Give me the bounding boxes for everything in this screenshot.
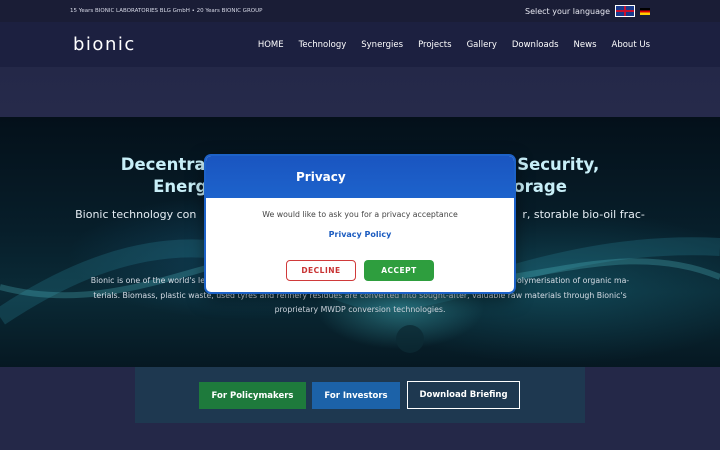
- download-briefing-button[interactable]: Download Briefing: [407, 381, 520, 409]
- uk-flag-icon[interactable]: [615, 5, 635, 17]
- top-bar: 15 Years BIONIC LABORATORIES BLG GmbH • …: [0, 0, 720, 22]
- language-label: Select your language: [525, 6, 610, 16]
- main-nav: HOME Technology Synergies Projects Galle…: [258, 40, 650, 50]
- logo[interactable]: bionic: [73, 34, 136, 55]
- for-policymakers-button[interactable]: For Policymakers: [199, 382, 306, 409]
- nav-gallery[interactable]: Gallery: [467, 40, 497, 50]
- header-band: [0, 67, 720, 117]
- main-header: bionic HOME Technology Synergies Project…: [0, 22, 720, 67]
- for-investors-button[interactable]: For Investors: [312, 382, 400, 409]
- nav-news[interactable]: News: [574, 40, 597, 50]
- nav-technology[interactable]: Technology: [299, 40, 347, 50]
- privacy-modal: Privacy We would like to ask you for a p…: [206, 156, 514, 292]
- privacy-modal-text: We would like to ask you for a privacy a…: [262, 210, 458, 219]
- privacy-policy-link[interactable]: Privacy Policy: [206, 230, 514, 239]
- nav-projects[interactable]: Projects: [418, 40, 452, 50]
- nav-synergies[interactable]: Synergies: [361, 40, 403, 50]
- decline-button[interactable]: DECLINE: [286, 260, 356, 281]
- accept-button[interactable]: ACCEPT: [364, 260, 434, 281]
- language-selector: Select your language: [525, 5, 650, 17]
- de-flag-icon[interactable]: [640, 7, 650, 15]
- nav-about-us[interactable]: About Us: [612, 40, 650, 50]
- privacy-modal-title: Privacy: [206, 156, 514, 198]
- nav-downloads[interactable]: Downloads: [512, 40, 559, 50]
- nav-home[interactable]: HOME: [258, 40, 284, 50]
- tagline: 15 Years BIONIC LABORATORIES BLG GmbH • …: [70, 8, 263, 14]
